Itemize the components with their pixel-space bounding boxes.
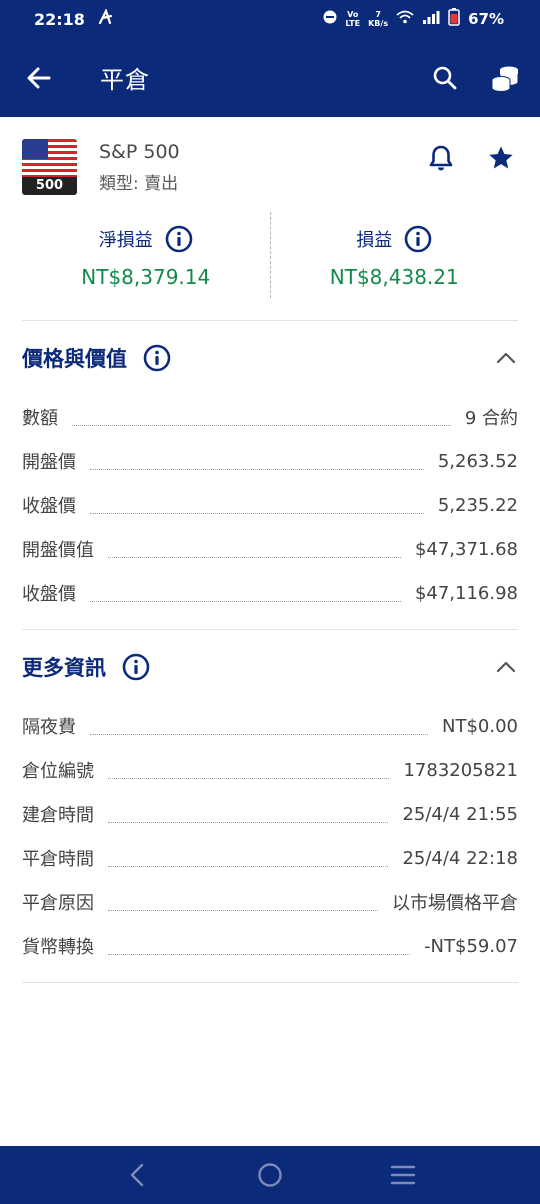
- row-label: 倉位編號: [22, 761, 94, 782]
- row-label: 收盤價: [22, 496, 76, 517]
- row-value: 1783205821: [403, 759, 518, 781]
- net-speed: 7 KB/s: [368, 10, 388, 28]
- detail-row: 貨幣轉換 -NT$59.07: [22, 924, 518, 968]
- gross-pnl-label: 損益: [356, 230, 393, 251]
- search-icon: [433, 66, 457, 89]
- row-label: 開盤價值: [22, 540, 94, 561]
- app-notification-icon: [97, 8, 113, 29]
- instrument-type: 類型: 賣出: [99, 174, 179, 194]
- instrument-name: S&P 500: [99, 141, 180, 163]
- status-bar: 22:18 Vo LTE 7 KB/s 67%: [0, 0, 540, 38]
- net-speed-unit: KB/s: [368, 19, 389, 28]
- row-label: 貨幣轉換: [22, 937, 94, 958]
- bell-icon: [429, 145, 453, 171]
- net-speed-value: 7: [375, 10, 381, 19]
- detail-row: 倉位編號 1783205821: [22, 748, 518, 792]
- search-button[interactable]: [428, 61, 462, 95]
- instrument-badge: 500: [22, 177, 77, 195]
- detail-row: 數額 9 合約: [22, 395, 518, 439]
- row-label: 數額: [22, 408, 58, 429]
- volte-icon: Vo LTE: [345, 10, 360, 28]
- instrument-header: 500 S&P 500 類型: 賣出: [0, 117, 540, 197]
- system-nav-bar: [0, 1146, 540, 1204]
- wifi-icon: [396, 10, 414, 28]
- battery-level: 67%: [468, 10, 504, 28]
- detail-row: 平倉時間 25/4/4 22:18: [22, 836, 518, 880]
- watchlist-button[interactable]: [484, 141, 518, 175]
- price-value-section: 價格與價值 數額 9 合約 開盤價 5,263.52 收盤價 5,235.22 開盤價…: [22, 321, 518, 630]
- row-value: 以市場價格平倉: [392, 893, 518, 914]
- app-bar: 平倉: [0, 38, 540, 117]
- net-pnl-value: NT$8,379.14: [81, 265, 211, 289]
- row-value: NT$0.00: [442, 715, 518, 737]
- row-label: 隔夜費: [22, 717, 76, 738]
- section-title: 價格與價值: [22, 347, 127, 371]
- row-value: 5,235.22: [437, 494, 518, 516]
- battery-icon: [448, 8, 460, 30]
- gross-pnl: 損益 NT$8,438.21: [271, 209, 519, 320]
- row-label: 開盤價: [22, 452, 76, 473]
- chevron-up-icon: [496, 661, 516, 673]
- volte-top: Vo: [347, 10, 359, 19]
- row-value: -NT$59.07: [424, 935, 518, 957]
- us-flag-icon: [22, 139, 77, 177]
- section-title: 更多資訊: [22, 656, 106, 680]
- detail-row: 建倉時間 25/4/4 21:55: [22, 792, 518, 836]
- row-label: 建倉時間: [22, 805, 94, 826]
- more-info-section: 更多資訊 隔夜費 NT$0.00 倉位編號 1783205821 建倉時間 25/4/…: [22, 630, 518, 983]
- row-label: 平倉時間: [22, 849, 94, 870]
- collapse-button[interactable]: [494, 346, 518, 370]
- nav-back-icon: [130, 1163, 143, 1187]
- nav-home-icon: [258, 1163, 282, 1187]
- row-label: 平倉原因: [22, 893, 94, 914]
- info-icon[interactable]: [165, 225, 193, 253]
- row-value: 25/4/4 22:18: [402, 847, 518, 869]
- detail-row: 隔夜費 NT$0.00: [22, 704, 518, 748]
- net-pnl-label: 淨損益: [98, 230, 153, 251]
- volte-bottom: LTE: [345, 19, 361, 28]
- detail-row: 開盤價值 $47,371.68: [22, 527, 518, 571]
- row-value: 25/4/4 21:55: [402, 803, 518, 825]
- detail-row: 收盤價 5,235.22: [22, 483, 518, 527]
- detail-row: 收盤價 $47,116.98: [22, 571, 518, 615]
- back-button[interactable]: [24, 63, 54, 93]
- row-value: 9 合約: [464, 408, 518, 429]
- dnd-icon: [323, 10, 337, 28]
- price-value-header[interactable]: 價格與價值: [22, 321, 518, 395]
- nav-home-button[interactable]: [250, 1155, 290, 1195]
- status-time: 22:18: [34, 9, 85, 29]
- back-arrow-icon: [27, 67, 51, 88]
- row-value: $47,371.68: [414, 538, 518, 560]
- collapse-button[interactable]: [494, 655, 518, 679]
- row-label: 收盤價: [22, 584, 76, 605]
- info-icon[interactable]: [122, 653, 150, 681]
- detail-row: 平倉原因 以市場價格平倉: [22, 880, 518, 924]
- pnl-summary: 淨損益 NT$8,379.14 損益 NT$8,438.21: [22, 209, 518, 321]
- page-title: 平倉: [100, 66, 150, 94]
- detail-row: 開盤價 5,263.52: [22, 439, 518, 483]
- info-icon[interactable]: [143, 344, 171, 372]
- star-icon: [489, 146, 513, 169]
- row-value: 5,263.52: [437, 450, 518, 472]
- chevron-up-icon: [496, 352, 516, 364]
- more-info-header[interactable]: 更多資訊: [22, 630, 518, 704]
- funds-button[interactable]: [488, 61, 522, 95]
- coins-icon: [491, 66, 519, 92]
- instrument-flag: 500: [22, 139, 77, 195]
- alert-button[interactable]: [424, 141, 458, 175]
- signal-icon: [422, 10, 440, 28]
- net-pnl: 淨損益 NT$8,379.14: [22, 209, 270, 320]
- row-value: $47,116.98: [414, 582, 518, 604]
- gross-pnl-value: NT$8,438.21: [329, 265, 459, 289]
- nav-recents-button[interactable]: [383, 1155, 423, 1195]
- info-icon[interactable]: [404, 225, 432, 253]
- nav-recents-icon: [391, 1165, 416, 1185]
- nav-back-button[interactable]: [117, 1155, 157, 1195]
